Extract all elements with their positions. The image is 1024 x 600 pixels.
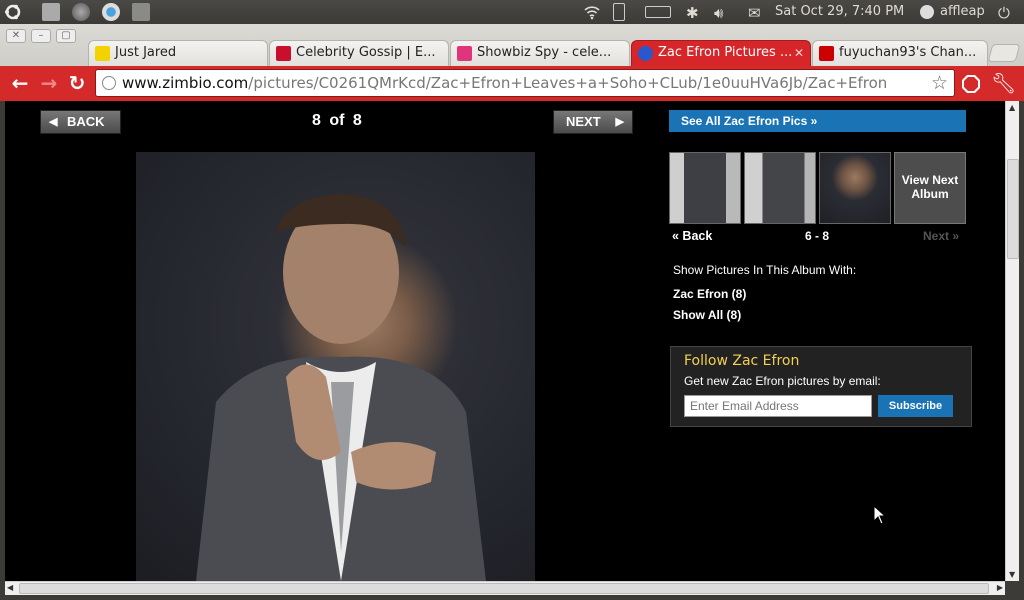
- gallery-back-button[interactable]: ◀ BACK: [40, 110, 121, 134]
- thumbs-next-link[interactable]: Next »: [923, 229, 959, 243]
- bluetooth-icon[interactable]: ✱: [686, 4, 699, 22]
- subscribe-button[interactable]: Subscribe: [878, 395, 953, 417]
- scroll-right-arrow-icon[interactable]: ▶: [997, 583, 1003, 592]
- back-label: BACK: [67, 114, 105, 129]
- mobile-indicator-icon[interactable]: [613, 3, 625, 21]
- zimbio-favicon-icon: [638, 46, 653, 61]
- email-input[interactable]: [684, 395, 872, 417]
- chromium-icon[interactable]: [102, 3, 120, 21]
- close-window-button[interactable]: ✕: [6, 29, 26, 43]
- forward-arrow-icon[interactable]: →: [38, 72, 60, 94]
- mouse-cursor-icon: [873, 505, 887, 525]
- firefox-icon[interactable]: [72, 3, 90, 21]
- screenshot-icon[interactable]: [132, 3, 150, 21]
- tmz-favicon-icon: [276, 46, 291, 61]
- filter-zac-efron-link[interactable]: Zac Efron (8): [673, 287, 746, 301]
- thumbs-back-link[interactable]: « Back: [672, 229, 712, 243]
- scroll-up-arrow-icon[interactable]: ▲: [1009, 103, 1015, 112]
- tab-just-jared[interactable]: Just Jared: [88, 40, 268, 66]
- tab-label: Just Jared: [115, 45, 177, 60]
- scroll-down-arrow-icon[interactable]: ▼: [1009, 570, 1015, 579]
- address-bar[interactable]: www.zimbio.com/pictures/C0261QMrKcd/Zac+…: [95, 69, 955, 97]
- tab-label: Showbiz Spy - cele...: [477, 45, 612, 60]
- reload-icon[interactable]: ↻: [66, 72, 88, 94]
- horizontal-scroll-thumb[interactable]: [19, 583, 989, 594]
- vertical-scrollbar[interactable]: ▲ ▼: [1005, 101, 1019, 581]
- system-panel: ✱ 🔊︎ ✉ Sat Oct 29, 7:40 PM affleap ⏻: [0, 0, 1024, 24]
- right-triangle-icon: ▶: [615, 116, 624, 128]
- photo-person-silhouette: [196, 194, 486, 581]
- tab-showbiz-spy[interactable]: Showbiz Spy - cele...: [450, 40, 630, 66]
- tab-label: Celebrity Gossip | E...: [296, 45, 436, 60]
- text-editor-icon[interactable]: [42, 3, 60, 21]
- battery-icon[interactable]: [645, 6, 671, 18]
- see-all-pics-link[interactable]: See All Zac Efron Pics »: [669, 110, 966, 132]
- photo-counter: 8 of 8: [312, 112, 362, 129]
- new-tab-button[interactable]: [987, 44, 1021, 62]
- mail-icon[interactable]: ✉: [748, 4, 761, 22]
- address-path: /pictures/C0261QMrKcd/Zac+Efron+Leaves+a…: [248, 74, 888, 92]
- tab-label: fuyuchan93's Chan...: [839, 45, 977, 60]
- filter-show-all-link[interactable]: Show All (8): [673, 308, 741, 322]
- showbiz-spy-favicon-icon: [457, 46, 472, 61]
- tab-zac-efron-pictures[interactable]: Zac Efron Pictures ... ✕: [631, 40, 811, 66]
- main-photo[interactable]: [136, 152, 535, 581]
- clock[interactable]: Sat Oct 29, 7:40 PM: [775, 4, 904, 19]
- power-icon[interactable]: ⏻: [998, 4, 1010, 22]
- wrench-settings-icon[interactable]: 🔧︎: [991, 71, 1016, 95]
- next-label: NEXT: [566, 114, 601, 129]
- user-status-icon: [920, 5, 934, 19]
- browser-toolbar: ← → ↻ www.zimbio.com/pictures/C0261QMrKc…: [0, 66, 1024, 101]
- scroll-left-arrow-icon[interactable]: ◀: [7, 583, 13, 592]
- left-triangle-icon: ◀: [49, 116, 58, 128]
- close-tab-icon[interactable]: ✕: [794, 46, 804, 60]
- follow-box: Follow Zac Efron Get new Zac Efron pictu…: [670, 346, 972, 427]
- tab-youtube[interactable]: fuyuchan93's Chan...: [812, 40, 988, 66]
- wifi-icon[interactable]: [583, 3, 601, 21]
- tab-label: Zac Efron Pictures ...: [658, 45, 793, 60]
- youtube-favicon-icon: [819, 46, 834, 61]
- album-thumbnail[interactable]: [744, 152, 816, 224]
- follow-title: Follow Zac Efron: [684, 353, 800, 369]
- gallery-next-button[interactable]: NEXT ▶: [553, 110, 633, 134]
- horizontal-scrollbar[interactable]: ◀ ▶: [5, 581, 1005, 595]
- address-host: www.zimbio.com: [122, 74, 249, 92]
- globe-icon: [102, 76, 116, 90]
- ubuntu-logo-icon[interactable]: [4, 3, 22, 21]
- just-jared-favicon-icon: [95, 46, 110, 61]
- show-pictures-label: Show Pictures In This Album With:: [673, 263, 857, 277]
- volume-icon[interactable]: 🔊︎: [714, 4, 723, 22]
- follow-subtitle: Get new Zac Efron pictures by email:: [684, 374, 881, 388]
- maximize-window-button[interactable]: ▢: [56, 29, 76, 43]
- tab-tmz[interactable]: Celebrity Gossip | E...: [269, 40, 449, 66]
- album-thumbnail[interactable]: [669, 152, 741, 224]
- back-arrow-icon[interactable]: ←: [9, 72, 31, 94]
- minimize-window-button[interactable]: –: [31, 29, 51, 43]
- thumbs-range: 6 - 8: [805, 229, 830, 243]
- view-next-album-button[interactable]: View Next Album: [894, 152, 966, 224]
- album-thumbnail-current[interactable]: [819, 152, 891, 224]
- vertical-scroll-thumb[interactable]: [1007, 159, 1019, 259]
- zimbio-page: ◀ BACK 8 of 8 NEXT ▶ See All Zac Efron P…: [5, 101, 1005, 581]
- user-name[interactable]: affleap: [940, 4, 985, 19]
- bookmark-star-icon[interactable]: ☆: [931, 70, 948, 96]
- tab-strip: ✕ – ▢ Just Jared Celebrity Gossip | E...…: [0, 24, 1024, 66]
- adblock-icon[interactable]: [961, 74, 981, 94]
